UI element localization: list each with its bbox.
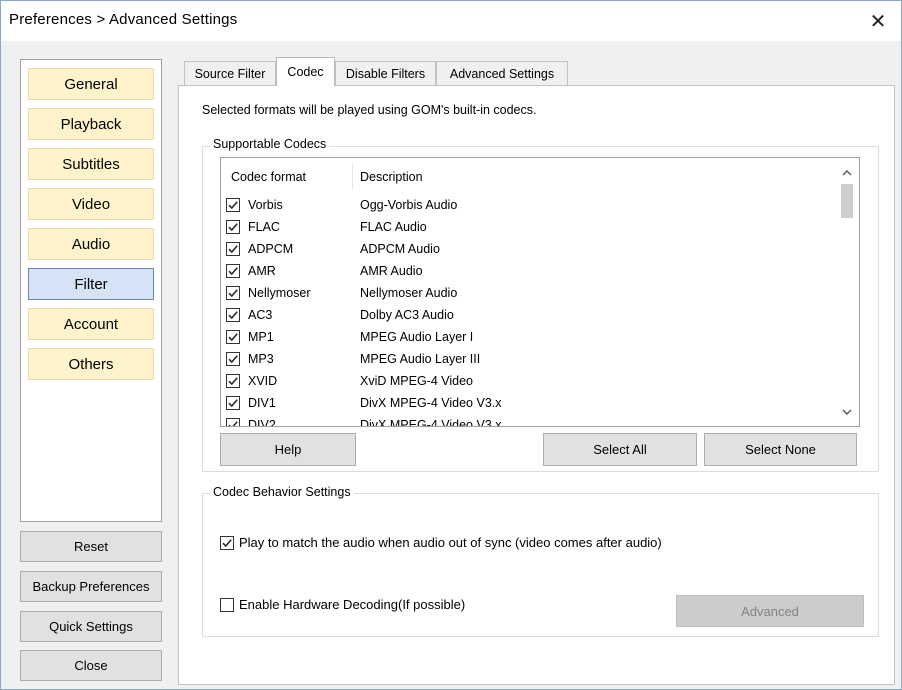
checkbox-checked-icon[interactable]	[226, 286, 240, 300]
checkbox-checked-icon[interactable]	[226, 242, 240, 256]
checkbox-checked-icon[interactable]	[226, 330, 240, 344]
advanced-button[interactable]: Advanced	[676, 595, 864, 627]
codec-description: MPEG Audio Layer I	[360, 330, 474, 344]
tab-advanced-settings[interactable]: Advanced Settings	[436, 61, 568, 85]
category-panel: General Playback Subtitles Video Audio F…	[20, 59, 162, 522]
checkbox-checked-icon[interactable]	[226, 220, 240, 234]
codec-format: FLAC	[248, 220, 280, 234]
scroll-up-arrow-icon[interactable]	[835, 162, 859, 182]
codec-description: AMR Audio	[360, 264, 423, 278]
preferences-window: Preferences > Advanced Settings ✕ Genera…	[0, 0, 902, 690]
codec-row[interactable]: DIV1 DivX MPEG-4 Video V3.x	[221, 392, 835, 414]
checkbox-checked-icon[interactable]	[226, 264, 240, 278]
codec-format: XVID	[248, 374, 278, 388]
checkbox-unchecked-icon[interactable]	[220, 597, 234, 612]
codec-description: FLAC Audio	[360, 220, 427, 234]
checkbox-checked-icon[interactable]	[226, 374, 240, 388]
nav-general[interactable]: General	[28, 68, 154, 100]
codec-format: Nellymoser	[248, 286, 311, 300]
hardware-decoding-label: Enable Hardware Decoding(If possible)	[239, 597, 466, 612]
window-title: Preferences > Advanced Settings	[9, 11, 238, 28]
tab-disable-filters[interactable]: Disable Filters	[335, 61, 436, 85]
sync-audio-label: Play to match the audio when audio out o…	[239, 535, 662, 550]
nav-filter[interactable]: Filter	[28, 268, 154, 300]
reset-button[interactable]: Reset	[20, 531, 162, 562]
checkbox-checked-icon[interactable]	[226, 396, 240, 410]
checkbox-checked-icon[interactable]	[220, 535, 234, 550]
codec-row[interactable]: Nellymoser Nellymoser Audio	[221, 282, 835, 304]
scroll-down-arrow-icon[interactable]	[835, 402, 859, 422]
select-none-button[interactable]: Select None	[704, 433, 857, 466]
supportable-codecs-legend: Supportable Codecs	[210, 137, 330, 151]
codec-format: ADPCM	[248, 242, 294, 256]
checkbox-checked-icon[interactable]	[226, 418, 240, 426]
select-all-button[interactable]: Select All	[543, 433, 697, 466]
help-button[interactable]: Help	[220, 433, 356, 466]
codec-description: Nellymoser Audio	[360, 286, 458, 300]
tab-codec[interactable]: Codec	[276, 57, 335, 86]
close-icon[interactable]: ✕	[855, 1, 901, 41]
checkbox-checked-icon[interactable]	[226, 352, 240, 366]
hardware-decoding-option[interactable]: Enable Hardware Decoding(If possible)	[220, 597, 465, 612]
codec-description: MPEG Audio Layer III	[360, 352, 481, 366]
codec-row[interactable]: Vorbis Ogg-Vorbis Audio	[221, 194, 835, 216]
column-divider[interactable]	[352, 164, 353, 190]
tab-source-filter[interactable]: Source Filter	[184, 61, 276, 85]
nav-account[interactable]: Account	[28, 308, 154, 340]
codec-list-header: Codec format Description	[221, 158, 835, 194]
backup-preferences-button[interactable]: Backup Preferences	[20, 571, 162, 602]
checkbox-checked-icon[interactable]	[226, 198, 240, 212]
sync-audio-option[interactable]: Play to match the audio when audio out o…	[220, 535, 662, 550]
codec-row[interactable]: FLAC FLAC Audio	[221, 216, 835, 238]
codec-row[interactable]: XVID XviD MPEG-4 Video	[221, 370, 835, 392]
codec-format: AMR	[248, 264, 276, 278]
codec-description: Dolby AC3 Audio	[360, 308, 454, 322]
codec-format: DIV2	[248, 418, 276, 427]
codec-format: AC3	[248, 308, 273, 322]
codec-description: DivX MPEG-4 Video V3.x	[360, 396, 502, 410]
codec-row[interactable]: AMR AMR Audio	[221, 260, 835, 282]
codec-format: MP3	[248, 352, 274, 366]
checkbox-checked-icon[interactable]	[226, 308, 240, 322]
codec-row[interactable]: MP3 MPEG Audio Layer III	[221, 348, 835, 370]
codec-intro-text: Selected formats will be played using GO…	[202, 103, 537, 117]
codec-row[interactable]: MP1 MPEG Audio Layer I	[221, 326, 835, 348]
codec-format: DIV1	[248, 396, 276, 410]
codec-description: ADPCM Audio	[360, 242, 440, 256]
column-header-format[interactable]: Codec format	[231, 170, 306, 184]
codec-row[interactable]: AC3 Dolby AC3 Audio	[221, 304, 835, 326]
scroll-thumb[interactable]	[841, 184, 853, 218]
codec-format: MP1	[248, 330, 274, 344]
codec-description: XviD MPEG-4 Video	[360, 374, 474, 388]
codec-list-scrollbar[interactable]	[835, 158, 859, 426]
nav-others[interactable]: Others	[28, 348, 154, 380]
codec-list: Codec format Description Vorbis Ogg-Vorb…	[220, 157, 860, 427]
quick-settings-button[interactable]: Quick Settings	[20, 611, 162, 642]
codec-description: DivX MPEG-4 Video V3.x	[360, 418, 502, 427]
nav-subtitles[interactable]: Subtitles	[28, 148, 154, 180]
codec-description: Ogg-Vorbis Audio	[360, 198, 458, 212]
column-header-description[interactable]: Description	[360, 170, 423, 184]
close-button[interactable]: Close	[20, 650, 162, 681]
codec-row[interactable]: DIV2 DivX MPEG-4 Video V3.x	[221, 414, 835, 427]
codec-behavior-legend: Codec Behavior Settings	[210, 485, 354, 499]
codec-format: Vorbis	[248, 198, 283, 212]
title-bar: Preferences > Advanced Settings ✕	[1, 1, 901, 41]
nav-video[interactable]: Video	[28, 188, 154, 220]
nav-playback[interactable]: Playback	[28, 108, 154, 140]
nav-audio[interactable]: Audio	[28, 228, 154, 260]
codec-row[interactable]: ADPCM ADPCM Audio	[221, 238, 835, 260]
